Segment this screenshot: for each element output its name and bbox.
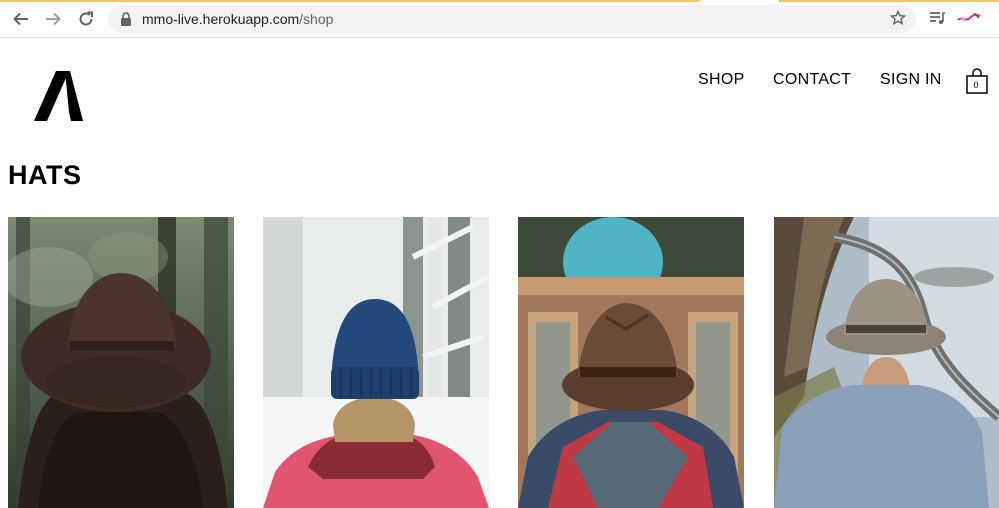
nav-sign-in-link[interactable]: SIGN IN <box>880 71 942 89</box>
lock-icon <box>121 12 131 26</box>
nav-contact-link[interactable]: CONTACT <box>773 71 851 89</box>
product-card[interactable] <box>263 217 489 508</box>
forward-button[interactable] <box>42 8 64 30</box>
product-image <box>774 217 999 508</box>
cart-button[interactable]: 0 <box>965 68 989 94</box>
product-card[interactable] <box>774 217 999 508</box>
logo-icon <box>34 71 83 121</box>
url-host: mmo-live.herokuapp.com <box>142 11 300 27</box>
page-load-progress <box>0 0 999 2</box>
product-image <box>8 217 234 508</box>
address-bar[interactable]: mmo-live.herokuapp.com/shop <box>108 5 916 33</box>
arrow-right-icon <box>46 12 61 26</box>
browser-toolbar: mmo-live.herokuapp.com/shop <box>0 0 999 38</box>
nav-shop-link[interactable]: SHOP <box>698 71 745 89</box>
url-text: mmo-live.herokuapp.com/shop <box>142 11 333 27</box>
page-title: HATS <box>8 160 82 190</box>
site-logo[interactable] <box>32 70 84 127</box>
product-image <box>518 217 744 508</box>
product-card[interactable] <box>518 217 744 508</box>
reload-icon <box>79 11 93 26</box>
bookmark-star-icon[interactable] <box>890 10 906 26</box>
extension-icon[interactable] <box>956 10 982 26</box>
product-card[interactable] <box>8 217 234 508</box>
media-playlist-icon[interactable] <box>928 9 946 27</box>
back-button[interactable] <box>10 8 32 30</box>
cart-count: 0 <box>973 80 979 90</box>
reload-button[interactable] <box>75 8 97 30</box>
product-image <box>263 217 489 508</box>
url-path: /shop <box>299 11 334 27</box>
arrow-left-icon <box>13 12 28 26</box>
